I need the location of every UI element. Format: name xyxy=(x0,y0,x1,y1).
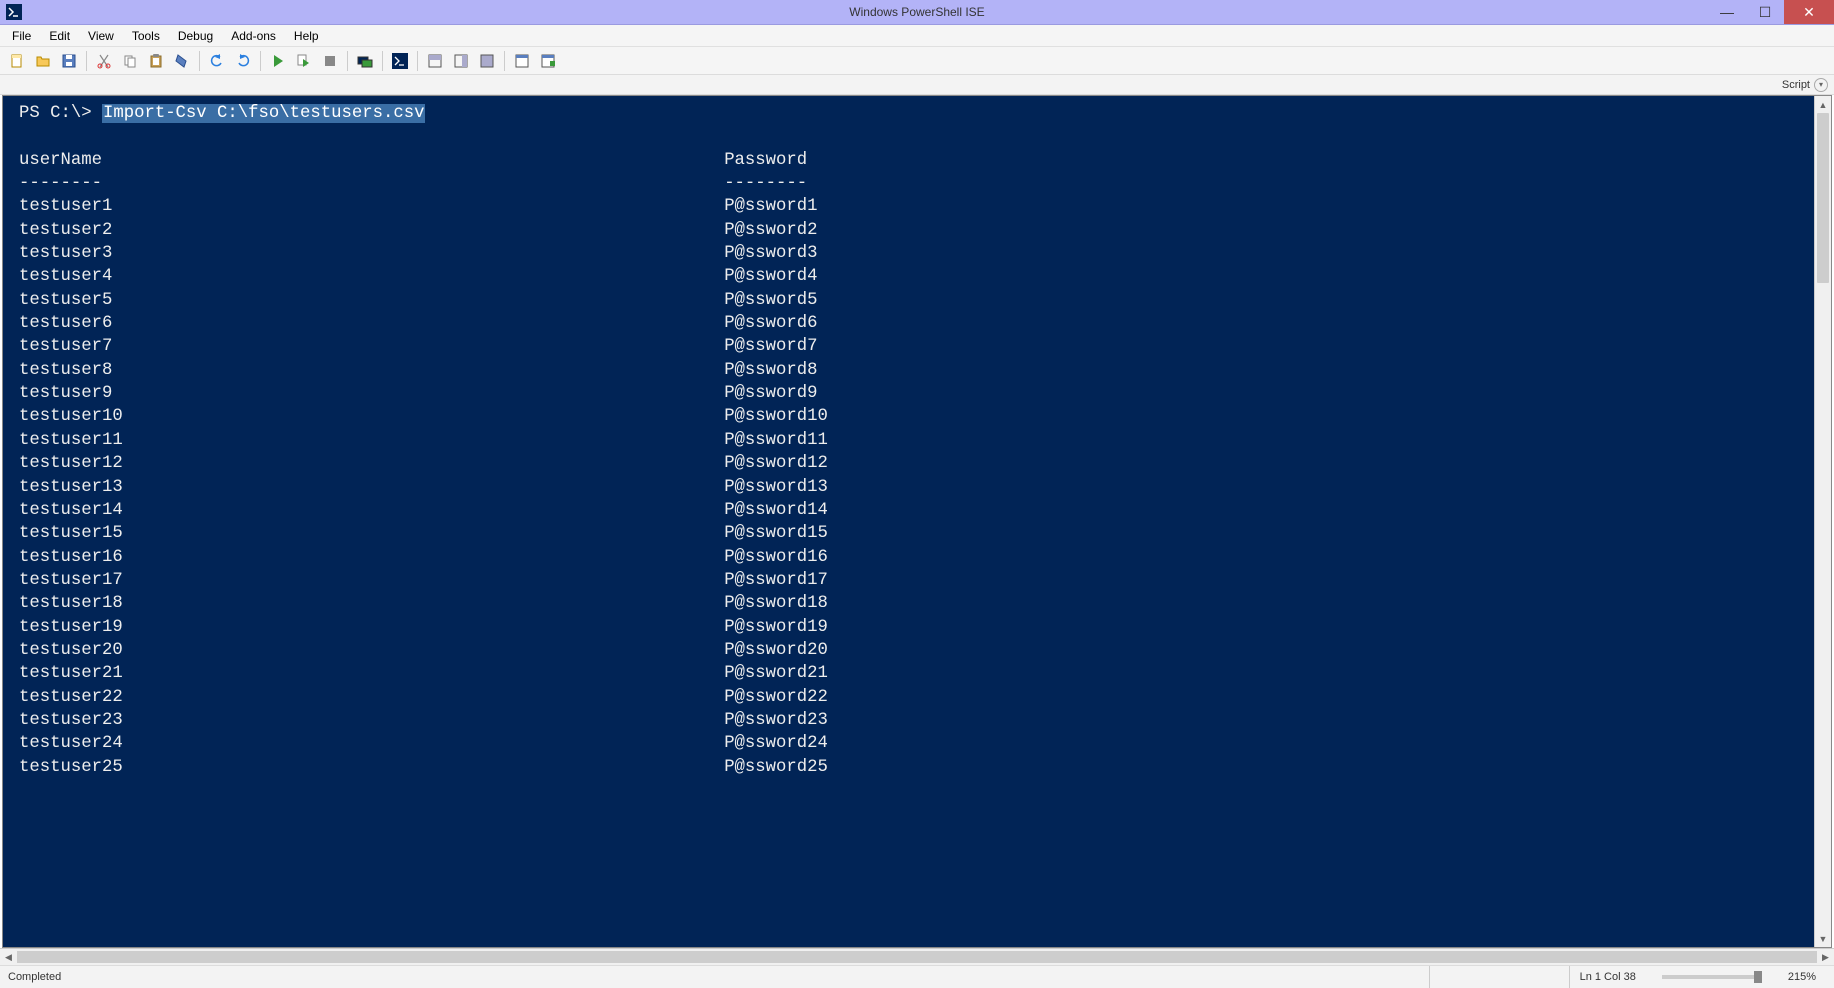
scroll-up-arrow[interactable]: ▲ xyxy=(1815,96,1831,113)
script-pane-label: Script xyxy=(1782,79,1810,91)
show-command-addon-icon[interactable] xyxy=(536,49,560,73)
run-icon[interactable] xyxy=(266,49,290,73)
horizontal-scrollbar[interactable]: ◀ ▶ xyxy=(0,948,1834,965)
save-icon[interactable] xyxy=(57,49,81,73)
menu-debug[interactable]: Debug xyxy=(170,27,221,45)
remote-icon[interactable] xyxy=(353,49,377,73)
run-selection-icon[interactable] xyxy=(292,49,316,73)
redo-icon[interactable] xyxy=(231,49,255,73)
scroll-down-arrow[interactable]: ▼ xyxy=(1815,930,1831,947)
open-file-icon[interactable] xyxy=(31,49,55,73)
show-script-max-icon[interactable] xyxy=(475,49,499,73)
show-script-right-icon[interactable] xyxy=(449,49,473,73)
menubar: FileEditViewToolsDebugAdd-onsHelp xyxy=(0,25,1834,47)
zoom-level: 215% xyxy=(1778,966,1826,988)
window-title: Windows PowerShell ISE xyxy=(849,5,984,19)
menu-edit[interactable]: Edit xyxy=(41,27,78,45)
paste-icon[interactable] xyxy=(144,49,168,73)
titlebar: Windows PowerShell ISE — ☐ ✕ xyxy=(0,0,1834,25)
zoom-slider[interactable] xyxy=(1662,975,1762,979)
show-command-icon[interactable] xyxy=(510,49,534,73)
cut-icon[interactable] xyxy=(92,49,116,73)
menu-view[interactable]: View xyxy=(80,27,122,45)
hscroll-thumb[interactable] xyxy=(17,951,1817,963)
scroll-left-arrow[interactable]: ◀ xyxy=(0,949,17,965)
scroll-thumb[interactable] xyxy=(1817,113,1829,283)
undo-icon[interactable] xyxy=(205,49,229,73)
show-script-top-icon[interactable] xyxy=(423,49,447,73)
new-file-icon[interactable] xyxy=(5,49,29,73)
console-pane[interactable]: PS C:\> Import-Csv C:\fso\testusers.csv … xyxy=(2,95,1832,948)
menu-tools[interactable]: Tools xyxy=(124,27,168,45)
menu-help[interactable]: Help xyxy=(286,27,327,45)
zoom-knob[interactable] xyxy=(1754,971,1762,983)
minimize-button[interactable]: — xyxy=(1708,0,1746,24)
chevron-down-icon[interactable]: ▾ xyxy=(1814,78,1828,92)
window-controls: — ☐ ✕ xyxy=(1708,0,1834,24)
console-output[interactable]: PS C:\> Import-Csv C:\fso\testusers.csv … xyxy=(3,96,1831,947)
statusbar: Completed Ln 1 Col 38 215% xyxy=(0,965,1834,988)
status-text: Completed xyxy=(8,971,1429,983)
menu-file[interactable]: File xyxy=(4,27,39,45)
menu-add-ons[interactable]: Add-ons xyxy=(223,27,284,45)
status-empty xyxy=(1429,966,1569,988)
status-lncol: Ln 1 Col 38 xyxy=(1569,966,1646,988)
vertical-scrollbar[interactable]: ▲ ▼ xyxy=(1814,96,1831,947)
clear-icon[interactable] xyxy=(170,49,194,73)
powershell-icon[interactable] xyxy=(388,49,412,73)
close-button[interactable]: ✕ xyxy=(1784,0,1834,24)
maximize-button[interactable]: ☐ xyxy=(1746,0,1784,24)
zoom-control[interactable] xyxy=(1646,966,1778,988)
script-pane-bar[interactable]: Script ▾ xyxy=(0,75,1834,95)
scroll-right-arrow[interactable]: ▶ xyxy=(1817,949,1834,965)
toolbar xyxy=(0,47,1834,75)
copy-icon[interactable] xyxy=(118,49,142,73)
powershell-app-icon xyxy=(6,4,22,20)
stop-icon[interactable] xyxy=(318,49,342,73)
